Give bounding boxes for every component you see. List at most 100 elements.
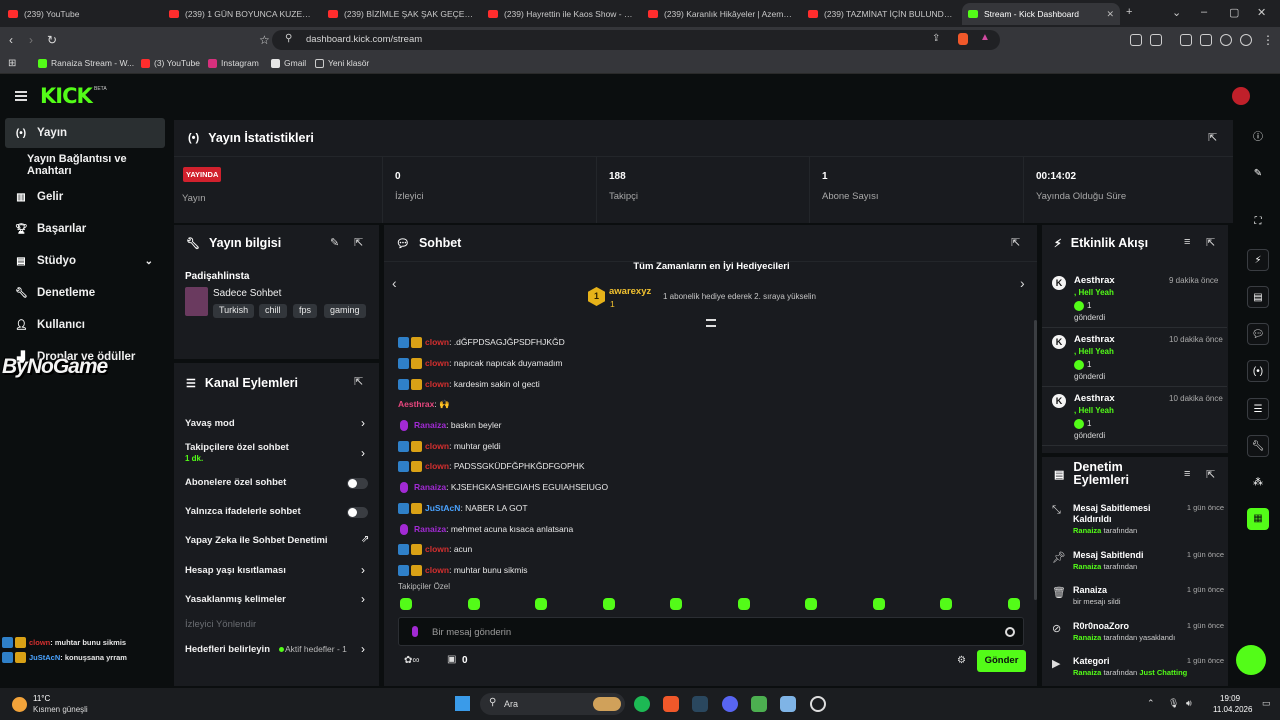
leo-icon[interactable] — [1220, 34, 1232, 46]
taskbar-search[interactable]: ⚲ Ara — [480, 693, 625, 715]
obs-icon[interactable] — [810, 696, 826, 712]
kick-logo[interactable]: KICK — [40, 84, 93, 108]
popout-icon[interactable]: ⇱ — [1206, 468, 1215, 481]
scrollbar[interactable] — [1034, 320, 1037, 600]
volume-icon[interactable]: 🔊︎ — [1186, 698, 1192, 709]
emote-icon[interactable] — [738, 598, 750, 610]
emote-icon[interactable] — [805, 598, 817, 610]
browser-tab[interactable]: (239) BİZİMLE ŞAK ŞAK GEÇEN DİZİ — [322, 3, 480, 25]
browser-tab[interactable]: (239) TAZMİNAT İÇİN BULUNDUĞU — [802, 3, 960, 25]
avatar[interactable] — [1232, 87, 1250, 105]
reload-icon[interactable]: ↻ — [47, 33, 57, 47]
chat-username[interactable]: Aesthrax — [398, 399, 434, 409]
chat-username[interactable]: clown — [425, 379, 449, 389]
followers-only-label[interactable]: Takipçilere özel sohbet — [185, 442, 289, 453]
nodes-icon[interactable]: ⁂ — [1247, 472, 1269, 494]
chevron-right-icon[interactable]: › — [361, 416, 365, 430]
chat-username[interactable]: clown — [425, 461, 449, 471]
wrench-icon[interactable]: 🔧︎ — [1247, 435, 1269, 457]
server-icon[interactable]: ☰ — [1247, 398, 1269, 420]
clipboard-icon[interactable]: ▤ — [1247, 286, 1269, 308]
filter-icon[interactable]: ≡ — [1184, 468, 1190, 480]
popout-icon[interactable]: ⇱ — [1206, 236, 1215, 249]
banned-words-label[interactable]: Yasaklanmış kelimeler — [185, 594, 286, 605]
extension-icon[interactable] — [1130, 34, 1142, 46]
brave-icon[interactable] — [663, 696, 679, 712]
forward-icon[interactable]: › — [29, 33, 33, 47]
weather-icon[interactable] — [12, 697, 27, 712]
app-icon[interactable] — [780, 696, 796, 712]
sidebar-item-studio[interactable]: ▤ Stüdyo ⌄ — [5, 246, 165, 276]
send-button[interactable]: Gönder — [977, 650, 1026, 672]
chat-icon[interactable]: 💬︎ — [1247, 323, 1269, 345]
goals-label[interactable]: Hedefleri belirleyin — [185, 644, 270, 655]
fullscreen-icon[interactable]: ⛶ — [1247, 211, 1269, 233]
wallet-icon[interactable] — [1200, 34, 1212, 46]
steam-icon[interactable] — [692, 696, 708, 712]
close-tab-icon[interactable]: ✕ — [1106, 9, 1114, 20]
edit-icon[interactable]: ✎ — [330, 236, 339, 249]
chat-username[interactable]: Ranaiza — [414, 420, 446, 430]
sidebar-item-user[interactable]: 👤︎ Kullanıcı — [5, 310, 165, 340]
lightning-icon[interactable]: ⚡︎ — [1247, 249, 1269, 271]
emote-icon[interactable] — [873, 598, 885, 610]
chat-username[interactable]: clown — [425, 337, 449, 347]
bookmark-item[interactable]: Gmail — [271, 58, 306, 68]
bookmark-icon[interactable]: ☆ — [259, 33, 270, 47]
chat-username[interactable]: Ranaiza — [414, 524, 446, 534]
edit-icon[interactable]: ✎ — [1247, 163, 1269, 185]
minimize-button[interactable]: – — [1201, 6, 1207, 18]
sidebar-item-achievements[interactable]: 🏆︎ Başarılar — [5, 214, 165, 244]
ai-moderation-label[interactable]: Yapay Zeka ile Sohbet Denetimi — [185, 535, 328, 546]
bookmark-item[interactable]: (3) YouTube — [141, 58, 200, 68]
apps-icon[interactable]: ⊞ — [8, 58, 16, 69]
broadcast-icon[interactable]: (•) — [1247, 360, 1269, 382]
sidebar-item-revenue[interactable]: ▥ Gelir — [5, 182, 165, 212]
chat-username[interactable]: JuStAcN — [425, 503, 460, 513]
chevron-up-icon[interactable]: ⌃ — [1147, 698, 1155, 709]
emote-icon[interactable] — [940, 598, 952, 610]
brave-shield-icon[interactable] — [958, 33, 968, 45]
activity-event[interactable]: K Aesthrax 10 dakika önce , Hell Yeah 1 gönde… — [1042, 388, 1227, 446]
emoji-icon[interactable] — [1005, 627, 1015, 637]
notification-icon[interactable]: ▭ — [1262, 698, 1271, 709]
back-icon[interactable]: ‹ — [9, 33, 13, 47]
browser-tab[interactable]: (239) 1 GÜN BOYUNCA KUZEY KOR — [163, 3, 321, 25]
vpn-icon[interactable] — [1240, 34, 1252, 46]
subscribers-only-toggle[interactable] — [347, 478, 368, 489]
store-icon[interactable]: ▣ — [447, 654, 456, 665]
collapse-icon[interactable] — [706, 319, 716, 327]
close-window-button[interactable]: ✕ — [1257, 6, 1266, 19]
emote-icon[interactable] — [468, 598, 480, 610]
popout-icon[interactable]: ⇱ — [1208, 131, 1217, 144]
filter-icon[interactable]: ≡ — [1184, 236, 1190, 248]
menu-icon[interactable] — [15, 91, 27, 101]
browser-tab[interactable]: (239) YouTube — [2, 3, 160, 25]
emote-only-toggle[interactable] — [347, 507, 368, 518]
external-link-icon[interactable]: ⇗ — [361, 534, 369, 545]
chat-username[interactable]: clown — [425, 544, 449, 554]
browser-tab-active[interactable]: Stream - Kick Dashboard ✕ — [962, 3, 1120, 25]
chevron-right-icon[interactable]: › — [361, 592, 365, 606]
minecraft-icon[interactable] — [751, 696, 767, 712]
activity-event[interactable]: K Aesthrax 9 dakika önce , Hell Yeah 1 gönder… — [1042, 270, 1227, 328]
emote-icon[interactable] — [1008, 598, 1020, 610]
sidebar-item-moderation[interactable]: 🔧︎ Denetleme — [5, 278, 165, 308]
popout-icon[interactable]: ⇱ — [1011, 236, 1020, 249]
emote-icon[interactable] — [670, 598, 682, 610]
maximize-button[interactable]: ▢ — [1229, 6, 1239, 19]
chat-username[interactable]: clown — [425, 565, 449, 575]
account-age-label[interactable]: Hesap yaşı kısıtlaması — [185, 565, 286, 576]
chat-username[interactable]: clown — [425, 441, 449, 451]
activity-event[interactable]: K Aesthrax 10 dakika önce , Hell Yeah 1 gönde… — [1042, 329, 1227, 387]
address-bar[interactable]: ⚲ dashboard.kick.com/stream ⇪ ▲ — [272, 30, 1000, 50]
chevron-right-icon[interactable]: › — [361, 446, 365, 460]
emote-icon[interactable] — [400, 598, 412, 610]
settings-icon[interactable]: ⚙ — [957, 655, 966, 666]
sidebar-toggle-icon[interactable] — [1180, 34, 1192, 46]
bookmark-item[interactable]: Ranaiza Stream - W... — [38, 58, 134, 68]
chat-username[interactable]: Ranaiza — [414, 482, 446, 492]
new-tab-button[interactable]: + — [1126, 6, 1132, 18]
share-icon[interactable]: ⇪ — [932, 33, 940, 44]
discord-icon[interactable] — [722, 696, 738, 712]
